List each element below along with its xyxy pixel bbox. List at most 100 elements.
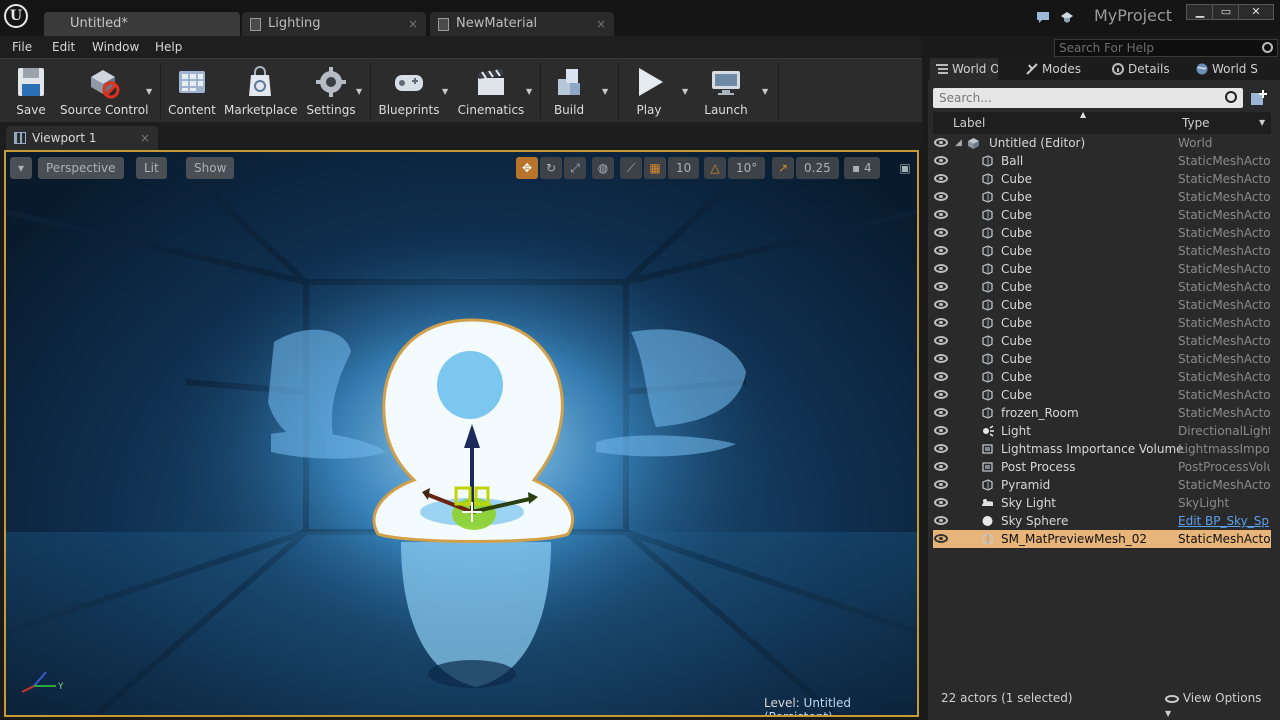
cinematics-button[interactable]: Cinematics xyxy=(456,61,526,121)
minimize-button[interactable]: ▁ xyxy=(1186,4,1214,20)
visibility-eye-icon[interactable] xyxy=(934,174,948,183)
outliner-row[interactable]: Ball StaticMeshActor xyxy=(933,152,1271,170)
marketplace-button[interactable]: Marketplace xyxy=(224,61,298,121)
visibility-eye-icon[interactable] xyxy=(934,336,948,345)
scale-snap-icon[interactable]: ↗ xyxy=(772,157,794,179)
outliner-world-row[interactable]: ◢ Untitled (Editor) World xyxy=(933,134,1271,152)
visibility-eye-icon[interactable] xyxy=(934,210,948,219)
outliner-row[interactable]: Sky Light SkyLight xyxy=(933,494,1271,512)
blueprints-dropdown-icon[interactable]: ▼ xyxy=(442,87,448,96)
outliner-row[interactable]: Cube StaticMeshActor xyxy=(933,206,1271,224)
outliner-row[interactable]: Cube StaticMeshActor xyxy=(933,170,1271,188)
edit-blueprint-link[interactable]: Edit BP_Sky_Sp xyxy=(1178,512,1270,530)
column-type[interactable]: Type xyxy=(1182,116,1210,130)
settings-dropdown-icon[interactable]: ▼ xyxy=(356,87,362,96)
play-button[interactable]: Play xyxy=(624,61,674,121)
source-control-button[interactable]: Source Control xyxy=(60,61,148,121)
translate-tool-icon[interactable]: ✥ xyxy=(516,157,538,179)
outliner-row[interactable]: Cube StaticMeshActor xyxy=(933,386,1271,404)
outliner-row[interactable]: Lightmass Importance Volume LightmassImpo… xyxy=(933,440,1271,458)
surface-snap-icon[interactable]: ⟋ xyxy=(620,157,642,179)
content-button[interactable]: Content xyxy=(166,61,218,121)
column-label[interactable]: Label xyxy=(953,116,985,130)
build-button[interactable]: Build xyxy=(546,61,592,121)
maximize-viewport-icon[interactable]: ▣ xyxy=(894,157,916,179)
outliner-row[interactable]: Cube StaticMeshActor xyxy=(933,188,1271,206)
save-button[interactable]: Save xyxy=(8,61,54,121)
outliner-search-input[interactable]: Search... xyxy=(933,88,1243,108)
level-viewport[interactable]: Y ▾ Perspective Lit Show ✥ ↻ ⤢ ◍ ⟋ ▦ 10 … xyxy=(4,150,919,717)
menu-help[interactable]: Help xyxy=(155,40,182,54)
blueprints-button[interactable]: Blueprints xyxy=(376,61,442,121)
rotation-snap-icon[interactable]: △ xyxy=(704,157,726,179)
tab-viewport-1[interactable]: Viewport 1 × xyxy=(6,126,158,150)
outliner-row[interactable]: Cube StaticMeshActor xyxy=(933,350,1271,368)
build-dropdown-icon[interactable]: ▼ xyxy=(602,87,608,96)
tab-world-settings[interactable]: World S xyxy=(1190,58,1260,80)
column-type-dropdown-icon[interactable]: ▼ xyxy=(1259,118,1265,127)
settings-button[interactable]: Settings xyxy=(304,61,358,121)
menu-edit[interactable]: Edit xyxy=(52,40,75,54)
menu-window[interactable]: Window xyxy=(92,40,139,54)
visibility-eye-icon[interactable] xyxy=(934,390,948,399)
visibility-eye-icon[interactable] xyxy=(934,462,948,471)
add-filter-icon[interactable] xyxy=(1250,89,1268,107)
visibility-eye-icon[interactable] xyxy=(934,264,948,273)
close-tab-icon[interactable]: × xyxy=(140,126,150,150)
visibility-eye-icon[interactable] xyxy=(934,516,948,525)
visibility-eye-icon[interactable] xyxy=(934,354,948,363)
scale-tool-icon[interactable]: ⤢ xyxy=(564,157,586,179)
visibility-eye-icon[interactable] xyxy=(934,318,948,327)
play-dropdown-icon[interactable]: ▼ xyxy=(682,87,688,96)
visibility-eye-icon[interactable] xyxy=(934,192,948,201)
rotation-snap-value[interactable]: 10° xyxy=(728,157,766,179)
tab-lighting[interactable]: Lighting × xyxy=(242,12,426,36)
tab-details[interactable]: Details xyxy=(1106,58,1186,80)
visibility-eye-icon[interactable] xyxy=(934,300,948,309)
visibility-eye-icon[interactable] xyxy=(934,408,948,417)
tab-untitled[interactable]: Untitled* xyxy=(44,12,240,36)
search-help-input[interactable]: Search For Help xyxy=(1054,39,1278,57)
outliner-row[interactable]: Cube StaticMeshActor xyxy=(933,368,1271,386)
viewport-options-button[interactable]: ▾ xyxy=(10,157,32,179)
outliner-row[interactable]: Post Process PostProcessVolu xyxy=(933,458,1271,476)
close-tab-icon[interactable]: × xyxy=(596,12,606,36)
visibility-eye-icon[interactable] xyxy=(934,156,948,165)
learn-icon[interactable] xyxy=(1060,10,1074,24)
maximize-button[interactable]: ▭ xyxy=(1212,4,1240,20)
view-options-button[interactable]: View Options ▼ xyxy=(1165,691,1271,719)
visibility-eye-icon[interactable] xyxy=(934,534,948,543)
close-tab-icon[interactable]: × xyxy=(408,12,418,36)
show-button[interactable]: Show xyxy=(186,157,235,179)
menu-file[interactable]: File xyxy=(12,40,32,54)
outliner-row[interactable]: Cube StaticMeshActor xyxy=(933,224,1271,242)
outliner-row[interactable]: frozen_Room StaticMeshActor xyxy=(933,404,1271,422)
source-control-dropdown-icon[interactable]: ▼ xyxy=(146,87,152,96)
grid-snap-icon[interactable]: ▦ xyxy=(644,157,666,179)
visibility-eye-icon[interactable] xyxy=(934,282,948,291)
launch-dropdown-icon[interactable]: ▼ xyxy=(762,87,768,96)
outliner-row[interactable]: Cube StaticMeshActor xyxy=(933,242,1271,260)
lit-button[interactable]: Lit xyxy=(136,157,167,179)
visibility-eye-icon[interactable] xyxy=(934,444,948,453)
outliner-row[interactable]: Cube StaticMeshActor xyxy=(933,278,1271,296)
chat-icon[interactable] xyxy=(1036,10,1050,24)
outliner-row[interactable]: Cube StaticMeshActor xyxy=(933,314,1271,332)
outliner-row[interactable]: Sky Sphere Edit BP_Sky_Sp xyxy=(933,512,1271,530)
camera-speed-button[interactable]: ▪ 4 xyxy=(844,157,880,179)
outliner-row[interactable]: SM_MatPreviewMesh_02 StaticMeshActor xyxy=(933,530,1271,548)
close-window-button[interactable]: ✕ xyxy=(1238,4,1274,20)
launch-button[interactable]: Launch xyxy=(698,61,754,121)
outliner-row[interactable]: Cube StaticMeshActor xyxy=(933,296,1271,314)
grid-snap-value[interactable]: 10 xyxy=(668,157,700,179)
tab-world-outliner[interactable]: World O xyxy=(930,58,998,80)
perspective-button[interactable]: Perspective xyxy=(38,157,124,179)
visibility-eye-icon[interactable] xyxy=(934,372,948,381)
tab-newmaterial[interactable]: NewMaterial × xyxy=(430,12,614,36)
outliner-row[interactable]: Light DirectionalLight xyxy=(933,422,1271,440)
cinematics-dropdown-icon[interactable]: ▼ xyxy=(526,87,532,96)
visibility-eye-icon[interactable] xyxy=(934,498,948,507)
visibility-eye-icon[interactable] xyxy=(934,246,948,255)
scale-snap-value[interactable]: 0.25 xyxy=(796,157,839,179)
visibility-eye-icon[interactable] xyxy=(934,426,948,435)
